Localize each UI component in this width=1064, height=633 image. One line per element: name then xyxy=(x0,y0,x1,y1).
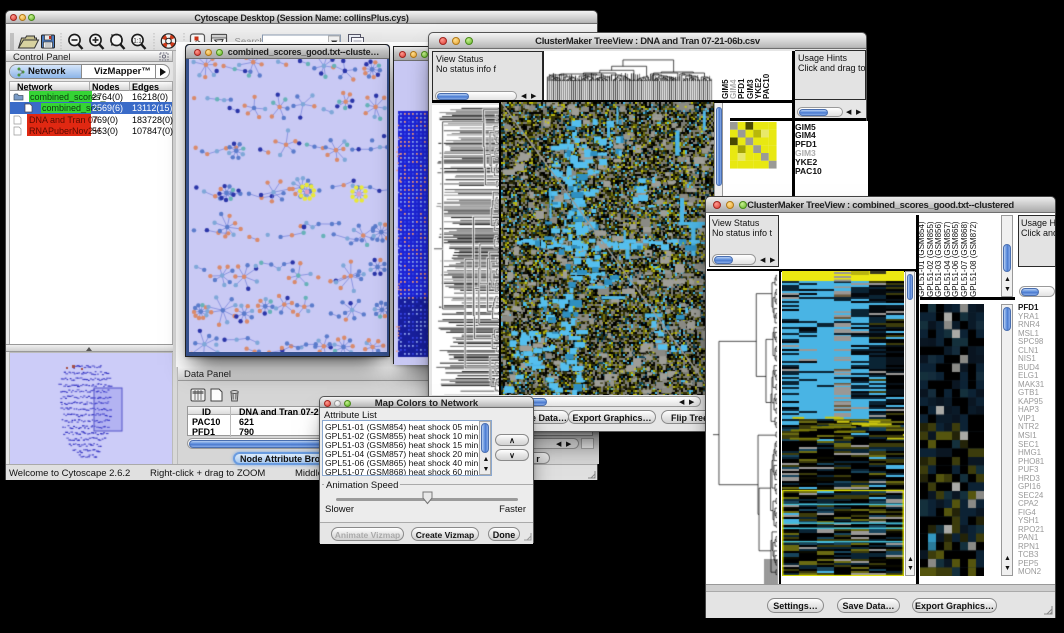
svg-text:1:1: 1:1 xyxy=(133,39,142,45)
